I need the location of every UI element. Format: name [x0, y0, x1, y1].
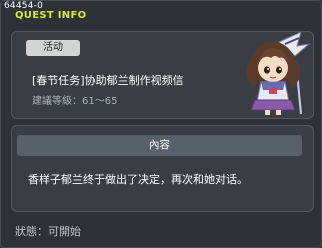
recommended-level: 建議等級：61～65: [32, 96, 118, 107]
quest-name: [春节任务]协助郁兰制作视频信: [32, 74, 184, 87]
quest-type-badge: 活动: [26, 40, 80, 56]
quest-info-window: 64454-0 QUEST INFO 活动 [春节任务]协助郁兰制作视频信 建議…: [0, 0, 322, 248]
npc-portrait-icon: [246, 32, 311, 115]
quest-summary-panel: 活动 [春节任务]协助郁兰制作视频信 建議等級：61～65: [11, 31, 314, 119]
content-text: 香样子郁兰终于做出了决定，再次和她对话。: [28, 173, 248, 186]
content-header: 內容: [17, 135, 302, 156]
quest-status: 狀態：可開始: [15, 225, 81, 238]
window-title: QUEST INFO: [15, 10, 87, 21]
quest-content-panel: 內容 香样子郁兰终于做出了决定，再次和她对话。: [11, 125, 314, 212]
